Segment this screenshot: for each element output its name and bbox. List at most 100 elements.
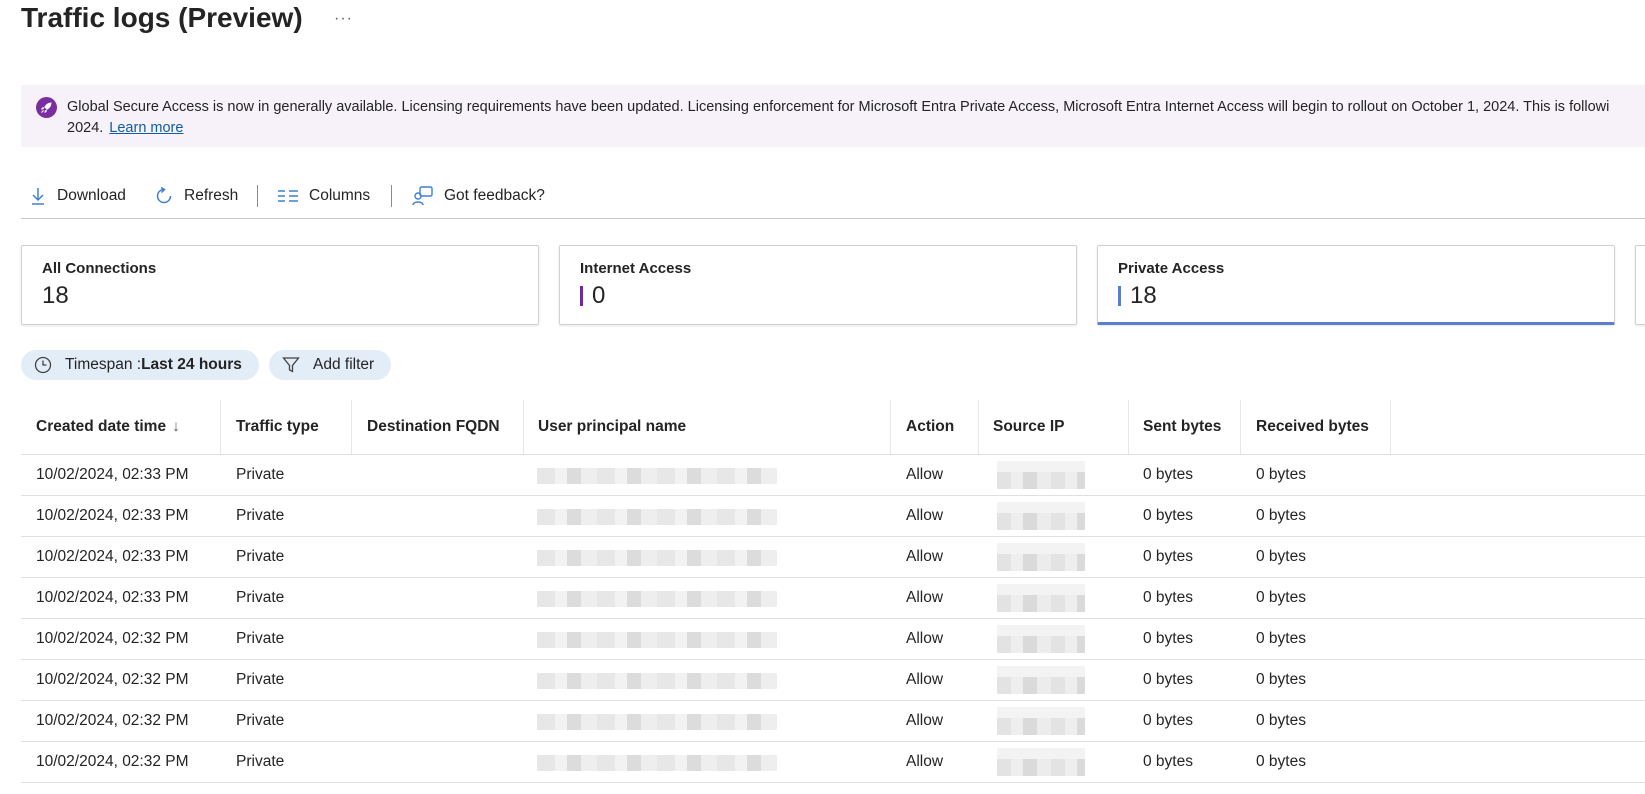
redacted-source-ip [997, 707, 1085, 735]
cell-action: Allow [906, 753, 944, 770]
cell-sent-bytes: 0 bytes [1143, 548, 1193, 565]
toolbar-divider-line [21, 218, 1645, 219]
refresh-icon [154, 186, 174, 206]
timespan-filter-pill[interactable]: Timespan : Last 24 hours [21, 350, 259, 380]
redacted-user-principal-name [537, 509, 777, 525]
cell-action: Allow [906, 589, 944, 606]
column-header-action[interactable]: Action [906, 400, 954, 454]
cell-received-bytes: 0 bytes [1256, 712, 1306, 729]
column-resizer[interactable] [523, 400, 524, 454]
redacted-source-ip [997, 666, 1085, 694]
table-body: 10/02/2024, 02:33 PM Private Allow 0 bytes 0… [21, 455, 1645, 783]
download-label: Download [57, 187, 126, 204]
add-filter-pill[interactable]: Add filter [269, 350, 391, 380]
cell-created-date-time: 10/02/2024, 02:33 PM [36, 466, 189, 483]
cell-received-bytes: 0 bytes [1256, 630, 1306, 647]
download-icon [29, 186, 47, 206]
rocket-icon [36, 97, 57, 118]
columns-button[interactable]: Columns [277, 180, 370, 212]
column-header-source-ip[interactable]: Source IP [993, 400, 1065, 454]
cell-traffic-type: Private [236, 507, 285, 524]
columns-label: Columns [309, 187, 371, 204]
card-internet-access[interactable]: Internet Access 0 [559, 245, 1077, 325]
column-header-created[interactable]: Created date time ↓ [36, 400, 180, 454]
cell-traffic-type: Private [236, 753, 285, 770]
columns-icon [277, 188, 299, 204]
cell-sent-bytes: 0 bytes [1143, 712, 1193, 729]
download-button[interactable]: Download [29, 180, 126, 212]
cell-received-bytes: 0 bytes [1256, 466, 1306, 483]
cell-action: Allow [906, 548, 944, 565]
cell-action: Allow [906, 507, 944, 524]
table-row[interactable]: 10/02/2024, 02:33 PM Private Allow 0 bytes 0… [21, 455, 1645, 496]
column-header-destination-fqdn[interactable]: Destination FQDN [367, 400, 500, 454]
redacted-source-ip [997, 748, 1085, 776]
page-title: Traffic logs (Preview) [21, 2, 303, 33]
table-row[interactable]: 10/02/2024, 02:32 PM Private Allow 0 bytes 0… [21, 619, 1645, 660]
add-filter-label: Add filter [313, 356, 375, 373]
clock-icon [34, 356, 52, 374]
cell-received-bytes: 0 bytes [1256, 671, 1306, 688]
column-resizer[interactable] [1128, 400, 1129, 454]
card-label: Internet Access [580, 260, 692, 277]
column-resizer[interactable] [1390, 400, 1391, 454]
banner-message-tail: 2024. [67, 120, 104, 136]
table-row[interactable]: 10/02/2024, 02:32 PM Private Allow 0 bytes 0… [21, 701, 1645, 742]
column-resizer[interactable] [220, 400, 221, 454]
cell-created-date-time: 10/02/2024, 02:33 PM [36, 548, 189, 565]
card-all-connections[interactable]: All Connections 18 [21, 245, 539, 325]
command-bar: Download Refresh Columns Got feedback? [21, 180, 1645, 212]
column-resizer[interactable] [1240, 400, 1241, 454]
learn-more-link[interactable]: Learn more [109, 120, 183, 136]
card-partial-offscreen[interactable] [1635, 245, 1645, 325]
cell-sent-bytes: 0 bytes [1143, 466, 1193, 483]
timespan-prefix: Timespan : [65, 356, 142, 373]
private-access-indicator [1118, 286, 1121, 306]
card-private-access[interactable]: Private Access 18 [1097, 245, 1615, 325]
redacted-user-principal-name [537, 755, 777, 771]
redacted-source-ip [997, 584, 1085, 612]
column-resizer[interactable] [890, 400, 891, 454]
table-row[interactable]: 10/02/2024, 02:32 PM Private Allow 0 bytes 0… [21, 742, 1645, 783]
column-header-received-bytes[interactable]: Received bytes [1256, 400, 1369, 454]
column-header-traffic-type[interactable]: Traffic type [236, 400, 319, 454]
traffic-log-table: Created date time ↓ Traffic type Destina… [21, 400, 1645, 783]
cell-created-date-time: 10/02/2024, 02:32 PM [36, 712, 189, 729]
column-header-user-principal-name[interactable]: User principal name [538, 400, 686, 454]
timespan-value: Last 24 hours [141, 356, 242, 373]
cell-traffic-type: Private [236, 671, 285, 688]
feedback-button[interactable]: Got feedback? [412, 180, 545, 212]
filter-icon [282, 356, 300, 374]
cell-created-date-time: 10/02/2024, 02:33 PM [36, 507, 189, 524]
cell-traffic-type: Private [236, 466, 285, 483]
card-count: 18 [1130, 282, 1157, 309]
redacted-source-ip [997, 625, 1085, 653]
table-header: Created date time ↓ Traffic type Destina… [21, 400, 1645, 455]
table-row[interactable]: 10/02/2024, 02:33 PM Private Allow 0 bytes 0… [21, 537, 1645, 578]
cell-created-date-time: 10/02/2024, 02:32 PM [36, 630, 189, 647]
redacted-user-principal-name [537, 550, 777, 566]
column-resizer[interactable] [978, 400, 979, 454]
more-options-button[interactable]: ··· [334, 10, 353, 28]
redacted-user-principal-name [537, 591, 777, 607]
redacted-source-ip [997, 543, 1085, 571]
table-row[interactable]: 10/02/2024, 02:33 PM Private Allow 0 bytes 0… [21, 496, 1645, 537]
cell-received-bytes: 0 bytes [1256, 507, 1306, 524]
cell-received-bytes: 0 bytes [1256, 589, 1306, 606]
cell-traffic-type: Private [236, 589, 285, 606]
column-header-sent-bytes[interactable]: Sent bytes [1143, 400, 1221, 454]
table-row[interactable]: 10/02/2024, 02:33 PM Private Allow 0 bytes 0… [21, 578, 1645, 619]
table-row[interactable]: 10/02/2024, 02:32 PM Private Allow 0 bytes 0… [21, 660, 1645, 701]
cell-sent-bytes: 0 bytes [1143, 753, 1193, 770]
redacted-user-principal-name [537, 468, 777, 484]
column-resizer[interactable] [351, 400, 352, 454]
cell-traffic-type: Private [236, 712, 285, 729]
cell-sent-bytes: 0 bytes [1143, 671, 1193, 688]
cell-sent-bytes: 0 bytes [1143, 589, 1193, 606]
traffic-logs-page: Traffic logs (Preview) ··· Global Secure… [0, 0, 1645, 794]
refresh-button[interactable]: Refresh [154, 180, 238, 212]
redacted-user-principal-name [537, 714, 777, 730]
cell-action: Allow [906, 466, 944, 483]
cell-sent-bytes: 0 bytes [1143, 630, 1193, 647]
toolbar-divider [391, 185, 392, 207]
